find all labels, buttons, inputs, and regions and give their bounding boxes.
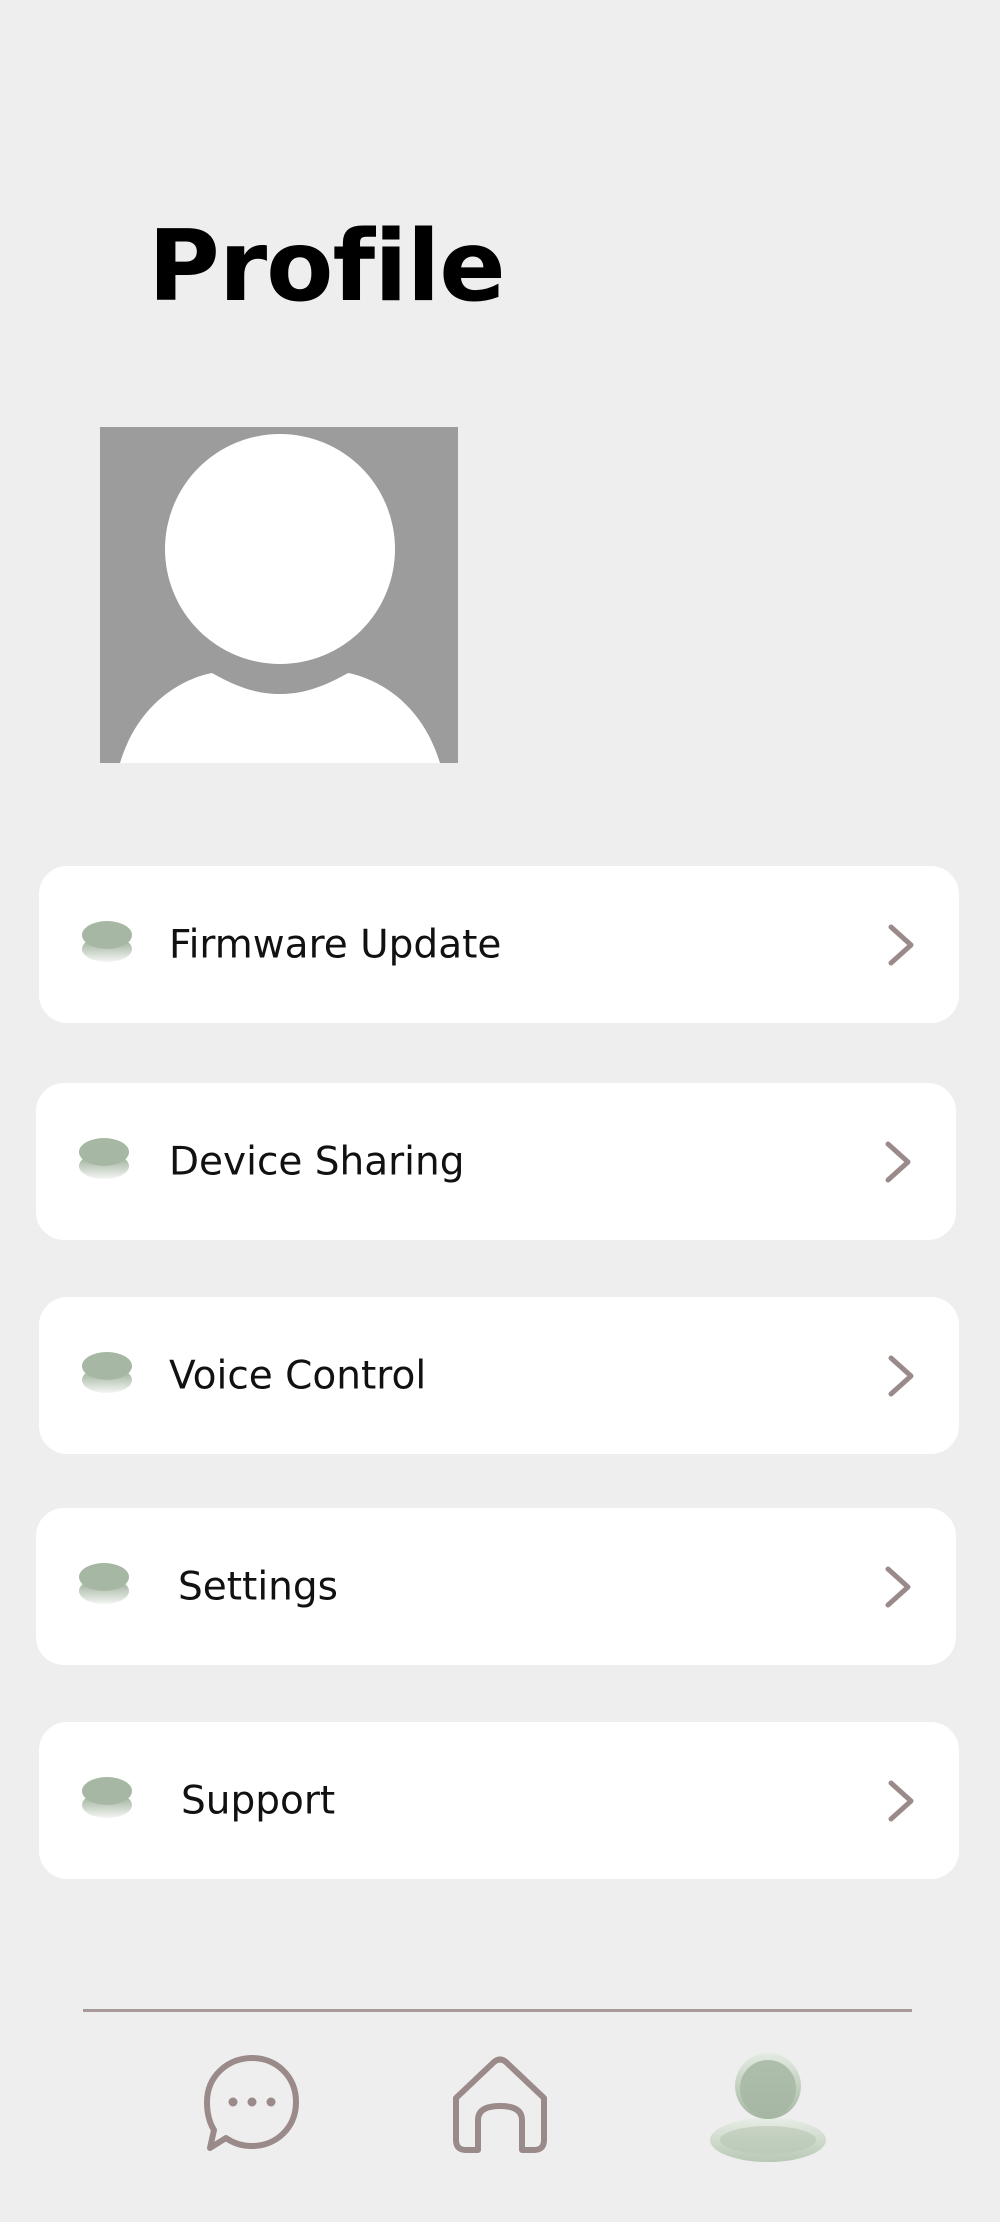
menu-bullet-icon	[78, 1560, 130, 1608]
chevron-right-icon	[884, 1140, 912, 1184]
avatar-placeholder-icon	[120, 434, 440, 763]
menu-item-label: Settings	[178, 1564, 338, 1609]
nav-profile-button[interactable]	[706, 2048, 828, 2166]
menu-item-support[interactable]: Support	[39, 1722, 959, 1879]
chevron-right-icon	[884, 1565, 912, 1609]
menu-bullet-icon	[78, 1135, 130, 1183]
bottom-nav-divider	[83, 2009, 912, 2012]
chevron-right-icon	[887, 1354, 915, 1398]
chevron-right-icon	[887, 1779, 915, 1823]
nav-home-button[interactable]	[448, 2054, 552, 2156]
menu-item-label: Support	[181, 1778, 336, 1823]
menu-bullet-icon	[81, 1774, 133, 1822]
chat-bubble-icon	[204, 2055, 299, 2151]
profile-icon	[710, 2053, 826, 2162]
nav-chat-button[interactable]	[200, 2052, 306, 2156]
menu-item-voice-control[interactable]: Voice Control	[39, 1297, 959, 1454]
menu-bullet-icon	[81, 918, 133, 966]
menu-item-label: Device Sharing	[169, 1139, 465, 1184]
menu-bullet-icon	[81, 1349, 133, 1397]
menu-item-firmware-update[interactable]: Firmware Update	[39, 866, 959, 1023]
menu-item-device-sharing[interactable]: Device Sharing	[36, 1083, 956, 1240]
page-title: Profile	[148, 210, 506, 324]
home-icon	[453, 2056, 547, 2153]
menu-item-settings[interactable]: Settings	[36, 1508, 956, 1665]
avatar[interactable]	[100, 427, 458, 763]
menu-item-label: Voice Control	[169, 1353, 427, 1398]
chevron-right-icon	[887, 923, 915, 967]
menu-item-label: Firmware Update	[169, 922, 502, 967]
